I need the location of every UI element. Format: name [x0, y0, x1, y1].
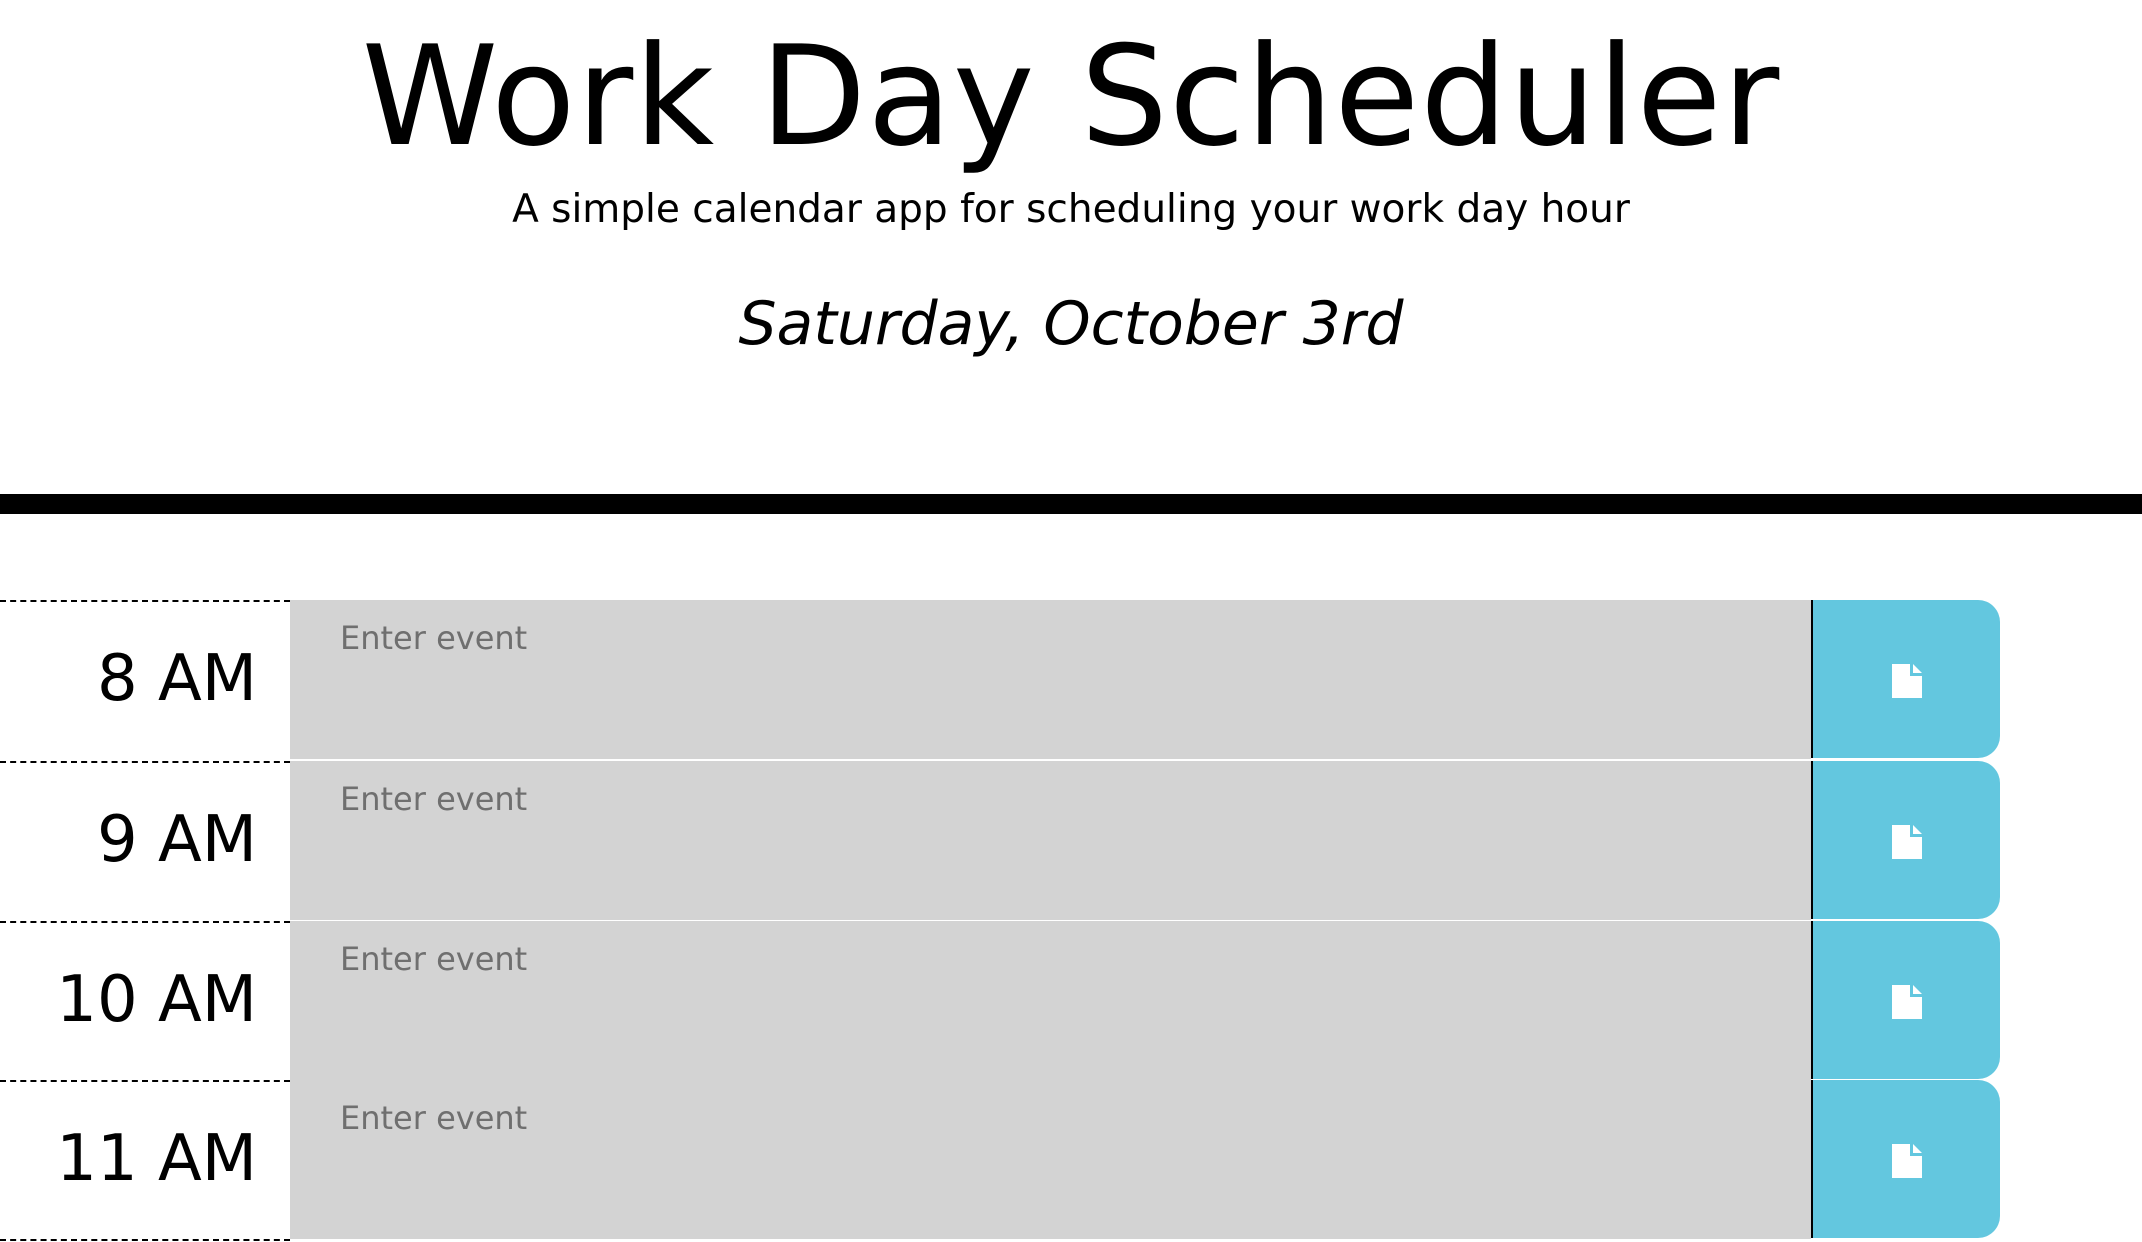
header: Work Day Scheduler A simple calendar app… [0, 0, 2142, 514]
hour-label: 8 AM [0, 600, 290, 761]
hour-label: 11 AM [0, 1080, 290, 1241]
current-day: Saturday, October 3rd [738, 289, 1404, 359]
save-icon [1892, 1144, 1922, 1178]
save-button[interactable] [1811, 1080, 2000, 1238]
event-input[interactable] [290, 761, 1811, 921]
save-icon [1892, 985, 1922, 1019]
save-icon [1892, 664, 1922, 698]
time-block-8am: 8 AM [0, 600, 2142, 761]
event-input[interactable] [290, 600, 1811, 760]
event-input[interactable] [290, 1080, 1811, 1240]
save-button[interactable] [1811, 921, 2000, 1079]
event-input[interactable] [290, 921, 1811, 1081]
time-block-9am: 9 AM [0, 761, 2142, 922]
page-title: Work Day Scheduler [361, 16, 1781, 177]
time-block-11am: 11 AM [0, 1080, 2142, 1241]
time-block-10am: 10 AM [0, 921, 2142, 1082]
page-subtitle: A simple calendar app for scheduling you… [512, 187, 1630, 232]
save-button[interactable] [1811, 761, 2000, 919]
hour-label: 9 AM [0, 761, 290, 922]
save-button[interactable] [1811, 600, 2000, 758]
hour-label: 10 AM [0, 921, 290, 1082]
save-icon [1892, 825, 1922, 859]
